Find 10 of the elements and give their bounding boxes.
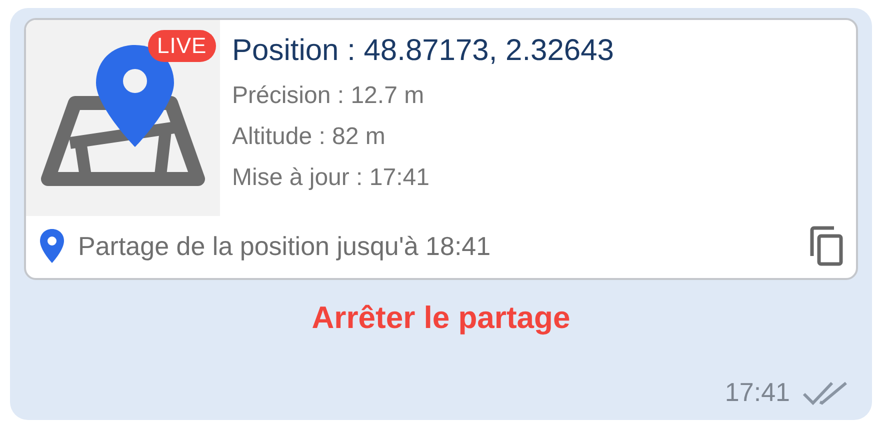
sharing-until-text: Partage de la position jusqu'à 18:41 xyxy=(78,230,492,262)
detail-text: Altitude : 82 m xyxy=(232,122,386,152)
live-badge: LIVE xyxy=(148,30,216,62)
stop-sharing-button[interactable]: Arrêter le partage xyxy=(312,300,570,336)
detail-text: Précision : 12.7 m xyxy=(232,81,426,111)
location-pin-icon xyxy=(40,229,64,263)
copy-icon[interactable] xyxy=(808,226,844,266)
detail-text: Mise à jour : 17:41 xyxy=(232,163,430,193)
message-time: 17:41 xyxy=(724,377,790,408)
position-title: Position : 48.87173, 2.32643 xyxy=(232,34,614,68)
